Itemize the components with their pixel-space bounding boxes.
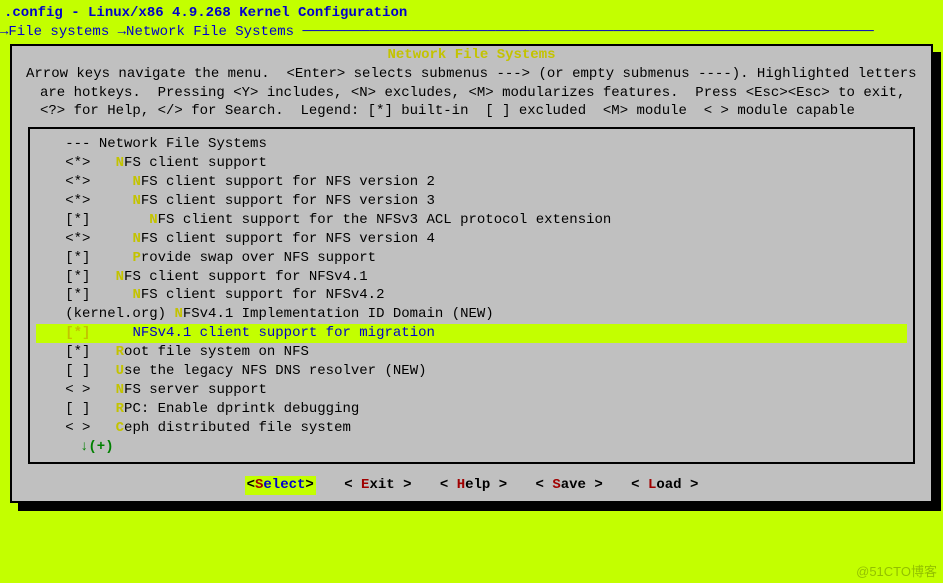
watermark: @51CTO博客 <box>856 563 937 581</box>
load-button[interactable]: < Load > <box>631 476 698 495</box>
menu-item-mark: < > <box>40 420 90 436</box>
menu-item[interactable]: < > NFS server support <box>36 381 907 400</box>
menu-item-hotkey: N <box>116 269 124 285</box>
menu-item[interactable]: [*] Root file system on NFS <box>36 343 907 362</box>
menu-item-indent <box>90 250 132 266</box>
breadcrumb: →File systems →Network File Systems ────… <box>0 23 943 42</box>
exit-button[interactable]: < Exit > <box>344 476 411 495</box>
menu-item[interactable]: [*] NFS client support for the NFSv3 ACL… <box>36 211 907 230</box>
menu-item-hotkey: N <box>149 212 157 228</box>
menu-item-label: FSv4.1 Implementation ID Domain (NEW) <box>183 306 494 322</box>
menu-item-label: se the legacy NFS DNS resolver (NEW) <box>124 363 426 379</box>
menu-item-label: FS client support for NFS version 3 <box>141 193 435 209</box>
select-button[interactable]: <Select> <box>245 476 316 495</box>
menu-item-label: Sv4.1 client support for migration <box>149 325 435 341</box>
menu-item-indent <box>90 231 132 247</box>
menu-item[interactable]: <*> NFS client support for NFS version 3 <box>36 192 907 211</box>
menu-item-mark: [*] <box>40 269 90 285</box>
menu-item-indent <box>90 401 115 417</box>
button-row: <Select> < Exit > < Help > < Save > < Lo… <box>12 470 931 497</box>
menu-item-mark: --- <box>40 136 90 152</box>
menu-item-indent <box>90 287 132 303</box>
menu-item-hotkey: R <box>116 344 124 360</box>
menu-box: --- Network File Systems <*> NFS client … <box>28 127 915 464</box>
menu-item-label: FS client support for NFSv4.1 <box>124 269 368 285</box>
menu-item-label: FS client support for NFSv4.2 <box>141 287 385 303</box>
menu-item-label: eph distributed file system <box>124 420 351 436</box>
menu-item-hotkey: N <box>116 382 124 398</box>
help-button[interactable]: < Help > <box>440 476 507 495</box>
menu-item-hotkey: P <box>132 250 140 266</box>
save-button[interactable]: < Save > <box>536 476 603 495</box>
menu-item-hotkey: C <box>116 420 124 436</box>
breadcrumb-fill: ────────────────────────────────────────… <box>294 24 874 40</box>
menu-item-mark: <*> <box>40 231 90 247</box>
dialog-title: Network File Systems <box>381 46 561 65</box>
menu-item-label: FS client support for NFS version 2 <box>141 174 435 190</box>
menu-item-indent <box>90 174 132 190</box>
menu-item-mark: <*> <box>40 155 90 171</box>
menu-item-label: FS client support <box>124 155 267 171</box>
menu-item[interactable]: (kernel.org) NFSv4.1 Implementation ID D… <box>36 305 907 324</box>
menu-item[interactable]: <*> NFS client support for NFS version 4 <box>36 230 907 249</box>
menu-item-hotkey: N <box>132 287 140 303</box>
menu-item-label: Network File Systems <box>99 136 267 152</box>
menu-item[interactable]: [*] NFSv4.1 client support for migration <box>36 324 907 343</box>
breadcrumb-arrow-icon: → <box>118 24 126 40</box>
menu-item[interactable]: < > Ceph distributed file system <box>36 419 907 438</box>
menu-item-mark: [ ] <box>40 363 90 379</box>
menu-item[interactable]: <*> NFS client support for NFS version 2 <box>36 173 907 192</box>
dialog: Network File Systems Arrow keys navigate… <box>10 44 933 504</box>
menu-item[interactable]: [ ] RPC: Enable dprintk debugging <box>36 400 907 419</box>
menu-item-indent <box>90 269 115 285</box>
menu-item-mark: [*] <box>40 325 90 341</box>
menu-item-mark: [*] <box>40 344 90 360</box>
menu-item-label: FS server support <box>124 382 267 398</box>
breadcrumb-seg-filesystems[interactable]: File systems <box>8 24 109 40</box>
menu-item-label: rovide swap over NFS support <box>141 250 376 266</box>
menu-item-hotkey: N <box>132 231 140 247</box>
menu-item-mark: [*] <box>40 287 90 303</box>
dialog-help-text: Arrow keys navigate the menu. <Enter> se… <box>12 65 931 126</box>
menu-item-label: oot file system on NFS <box>124 344 309 360</box>
menu-item-label: FS client support for NFS version 4 <box>141 231 435 247</box>
menu-item-mark: [*] <box>40 212 90 228</box>
menu-item-indent <box>90 363 115 379</box>
menu-item-hotkey: N <box>132 174 140 190</box>
menu-item-hotkey: U <box>116 363 124 379</box>
menu-item-indent <box>90 155 115 171</box>
menu-item-mark: (kernel.org) <box>40 306 166 322</box>
menu-item-indent <box>90 193 132 209</box>
menu-item-label: FS client support for the NFSv3 ACL prot… <box>158 212 612 228</box>
menu-item-mark: < > <box>40 382 90 398</box>
menu-item[interactable]: <*> NFS client support <box>36 154 907 173</box>
menu-item-mark: <*> <box>40 193 90 209</box>
menu-item-hotkey: N <box>132 193 140 209</box>
window-title: .config - Linux/x86 4.9.268 Kernel Confi… <box>0 0 943 23</box>
more-indicator-icon: ↓(+) <box>36 438 907 457</box>
menu-item-indent <box>90 136 98 152</box>
menu-item-hotkey: R <box>116 401 124 417</box>
menu-item-indent <box>90 325 132 341</box>
menu-item-label: PC: Enable dprintk debugging <box>124 401 359 417</box>
menu-item-indent <box>90 212 149 228</box>
menu-item-indent <box>90 420 115 436</box>
menu-item[interactable]: [*] Provide swap over NFS support <box>36 249 907 268</box>
menu-item-mark: [ ] <box>40 401 90 417</box>
menu-item-mark: <*> <box>40 174 90 190</box>
menu-item[interactable]: --- Network File Systems <box>36 135 907 154</box>
menu-item-mark: [*] <box>40 250 90 266</box>
menu-item-hotkey: N <box>174 306 182 322</box>
menu-item-indent <box>90 382 115 398</box>
menu-item[interactable]: [*] NFS client support for NFSv4.2 <box>36 286 907 305</box>
menu-item[interactable]: [ ] Use the legacy NFS DNS resolver (NEW… <box>36 362 907 381</box>
menu-item-indent <box>90 344 115 360</box>
menu-item[interactable]: [*] NFS client support for NFSv4.1 <box>36 268 907 287</box>
menu-item-hotkey: N <box>116 155 124 171</box>
breadcrumb-seg-network-fs[interactable]: Network File Systems <box>126 24 294 40</box>
menu-item-hotkey: NF <box>132 325 149 341</box>
